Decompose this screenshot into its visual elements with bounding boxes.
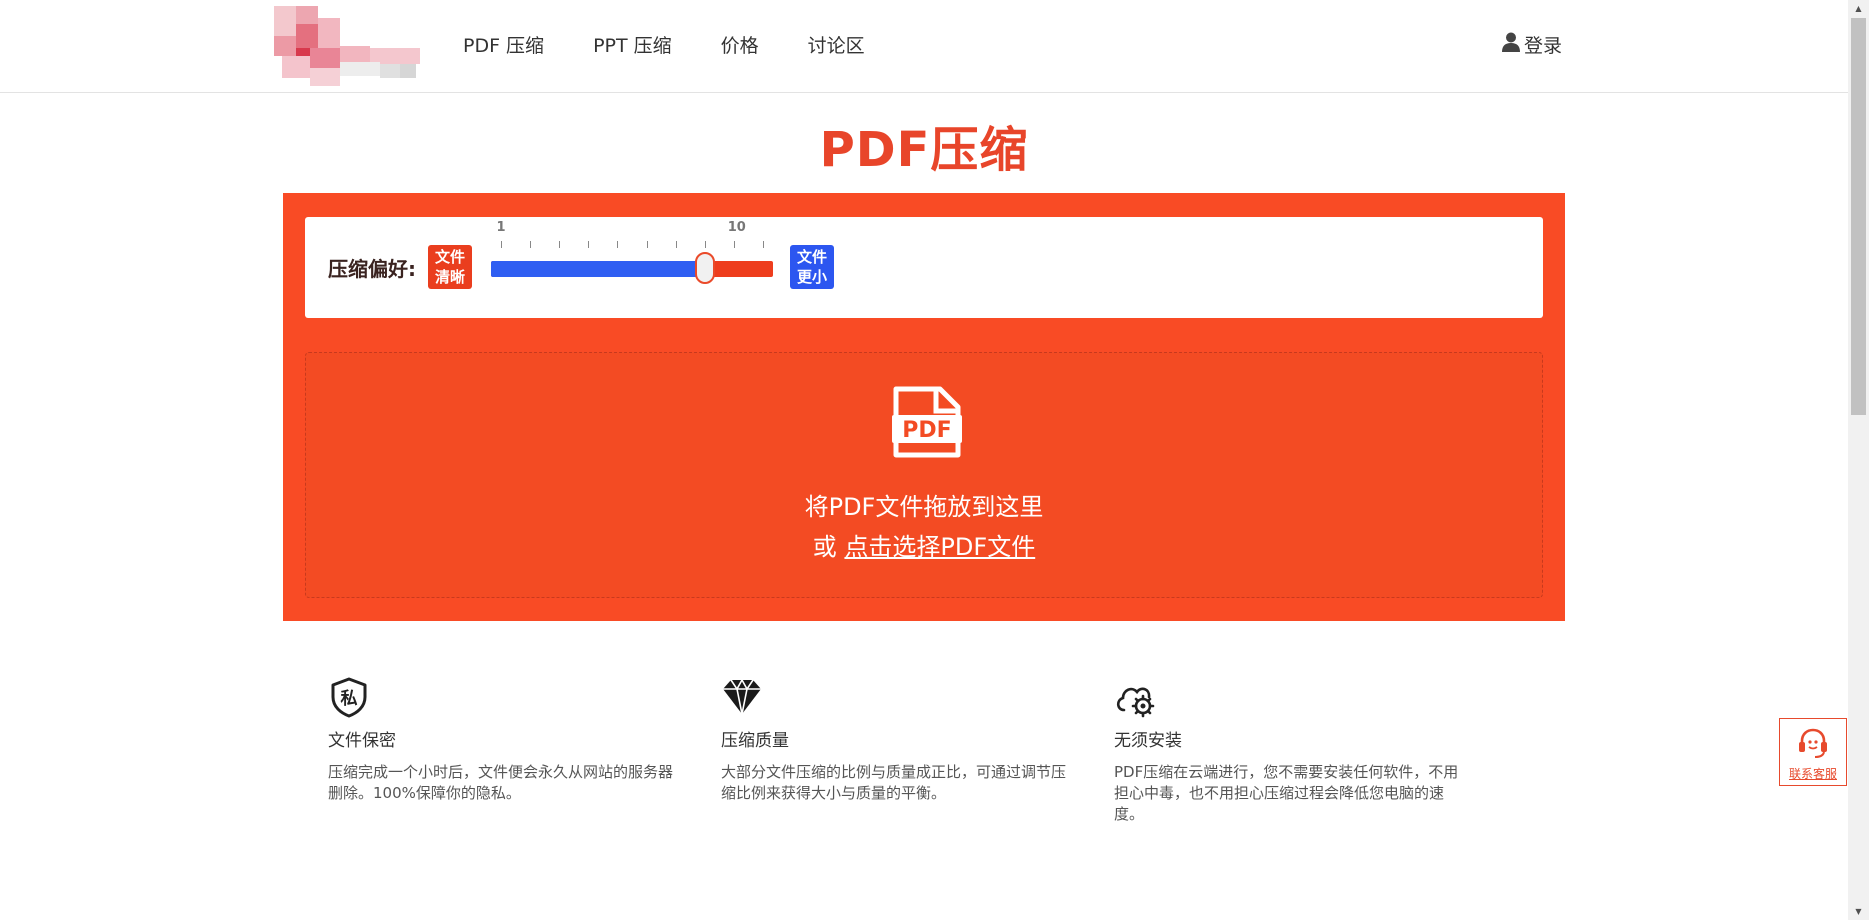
- vertical-scrollbar[interactable]: ▲ ▼: [1848, 0, 1869, 920]
- cloud-gear-icon: [1114, 676, 1156, 718]
- page: PDF 压缩 PPT 压缩 价格 讨论区 登录 PDF压缩 压缩偏好: 文件 清…: [0, 0, 1869, 920]
- diamond-icon: [721, 676, 763, 718]
- feature-desc: PDF压缩在云端进行，您不需要安装任何软件，不用担心中毒，也不用担心压缩过程会降…: [1114, 763, 1459, 823]
- slider-tick: [530, 241, 532, 248]
- feature-desc: 大部分文件压缩的比例与质量成正比，可通过调节压缩比例来获得大小与质量的平衡。: [721, 763, 1067, 802]
- drag-text: 将PDF文件拖放到这里: [804, 493, 1044, 521]
- scroll-up-arrow-icon[interactable]: ▲: [1848, 0, 1869, 17]
- slider-tick: [646, 241, 648, 248]
- feature-title: 无须安装: [1114, 731, 1182, 751]
- slider-tick: [733, 241, 735, 248]
- customer-service-button[interactable]: 联系客服: [1779, 718, 1847, 786]
- file-drop-zone[interactable]: PDF 将PDF文件拖放到这里 或 点击选择PDF文件: [305, 352, 1543, 598]
- tag-smaller: 文件 更小: [790, 245, 834, 289]
- login-label: 登录: [1524, 35, 1563, 57]
- feature-quality: 压缩质量 大部分文件压缩的比例与质量成正比，可通过调节压缩比例来获得大小与质量的…: [721, 676, 1081, 804]
- compression-slider[interactable]: 1 10: [491, 217, 773, 318]
- slider-tick: [675, 241, 677, 248]
- nav-forum[interactable]: 讨论区: [808, 30, 865, 62]
- nav-ppt-compress[interactable]: PPT 压缩: [593, 30, 672, 62]
- preference-label: 压缩偏好:: [328, 257, 416, 281]
- slider-min-label: 1: [496, 220, 506, 235]
- or-text: 或: [812, 533, 837, 561]
- tag-clearer: 文件 清晰: [428, 245, 472, 289]
- tag-clearer-line2: 清晰: [434, 268, 465, 286]
- feature-desc: 压缩完成一个小时后，文件便会永久从网站的服务器删除。100%保障你的隐私。: [328, 763, 674, 802]
- login-button[interactable]: 登录: [1502, 30, 1562, 62]
- customer-service-label: 联系客服: [1788, 767, 1837, 781]
- choose-file-link[interactable]: 点击选择PDF文件: [844, 533, 1035, 561]
- scroll-down-arrow-icon[interactable]: ▼: [1848, 903, 1869, 920]
- shield-private-icon: 私: [328, 676, 370, 718]
- slider-track[interactable]: [491, 261, 773, 277]
- scroll-thumb[interactable]: [1851, 18, 1866, 415]
- slider-max-label: 10: [727, 220, 746, 235]
- nav-pdf-compress[interactable]: PDF 压缩: [463, 30, 544, 62]
- user-icon: [1502, 30, 1524, 62]
- page-title: PDF压缩: [819, 122, 1029, 178]
- slider-tick: [704, 241, 706, 248]
- tag-smaller-line1: 文件: [796, 248, 827, 266]
- feature-no-install: 无须安装 PDF压缩在云端进行，您不需要安装任何软件，不用担心中毒，也不用担心压…: [1114, 676, 1474, 825]
- slider-tick: [501, 241, 502, 248]
- feature-title: 压缩质量: [721, 731, 789, 751]
- choose-line: 或 点击选择PDF文件: [306, 527, 1542, 567]
- slider-fill: [491, 261, 705, 277]
- slider-handle[interactable]: [694, 252, 715, 284]
- compress-panel: 压缩偏好: 文件 清晰 1 10 文件 更小 PDF 将PDF文件拖放到这里 或…: [283, 193, 1565, 621]
- feature-privacy: 私 文件保密 压缩完成一个小时后，文件便会永久从网站的服务器删除。100%保障你…: [328, 676, 688, 804]
- site-logo[interactable]: [274, 6, 420, 86]
- compression-preference: 压缩偏好: 文件 清晰 1 10 文件 更小: [305, 217, 1543, 318]
- tag-clearer-line1: 文件: [434, 248, 465, 266]
- slider-tick: [617, 241, 619, 248]
- nav-pricing[interactable]: 价格: [721, 30, 759, 62]
- feature-title: 文件保密: [328, 731, 396, 751]
- slider-tick: [763, 241, 764, 248]
- pdf-file-icon: PDF: [892, 385, 962, 463]
- main-nav: PDF 压缩 PPT 压缩 价格 讨论区: [463, 30, 914, 62]
- header: PDF 压缩 PPT 压缩 价格 讨论区 登录: [0, 0, 1848, 93]
- pdf-icon-text: PDF: [902, 418, 951, 443]
- shield-icon-char: 私: [341, 689, 358, 709]
- drop-instructions: 将PDF文件拖放到这里 或 点击选择PDF文件: [306, 487, 1542, 567]
- slider-tick: [588, 241, 590, 248]
- slider-tick: [559, 241, 561, 248]
- headset-icon: [1780, 727, 1846, 763]
- tag-smaller-line2: 更小: [796, 268, 827, 286]
